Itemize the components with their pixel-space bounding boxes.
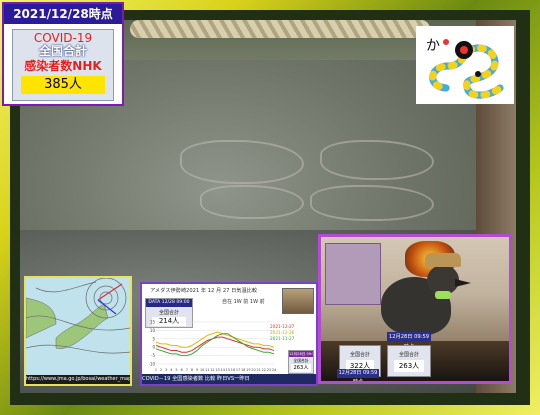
chart-legend: 2021-12-27 2021-12-26 2021-11-27 bbox=[270, 324, 294, 342]
x-tick-label: 9 bbox=[196, 368, 198, 372]
x-tick-label: 20 bbox=[251, 368, 255, 372]
scene-count-label-2: 全国合計 bbox=[398, 352, 419, 358]
y-tick-label: 5 bbox=[152, 336, 155, 341]
scene-count-box-2: 全国合計 263人 bbox=[387, 345, 431, 377]
y-tick-label: -5 bbox=[151, 353, 155, 358]
covid-scope: 全国合計 bbox=[38, 44, 87, 58]
x-tick-label: 23 bbox=[267, 368, 271, 372]
y-tick-label: -10 bbox=[148, 362, 155, 367]
right-count-box: 12月28日 09:50 全国合計 263人 bbox=[288, 350, 314, 374]
x-tick-label: 3 bbox=[165, 368, 167, 372]
chart-tabs: 自在 1W 前 1W 前 bbox=[222, 299, 265, 305]
x-tick-label: 10 bbox=[200, 368, 204, 372]
series-line bbox=[155, 331, 275, 348]
x-tick-label: 15 bbox=[226, 368, 230, 372]
x-tick-label: 18 bbox=[241, 368, 245, 372]
right-count-header: 12月28日 09:50 bbox=[289, 351, 313, 357]
temperature-chart: 151050-5-101 2 3 4 5 6 7 8 9 10 11 12 13 14 15 16 17 18 19… bbox=[148, 320, 276, 372]
weather-map-url: https://www.jma.go.jp/bosai/weather_map/ bbox=[26, 375, 130, 384]
x-tick-label: 11 bbox=[205, 368, 209, 372]
right-count-value: 263人 bbox=[291, 364, 311, 372]
x-tick-label: 7 bbox=[186, 368, 188, 372]
scene-count-value-2: 263人 bbox=[394, 360, 424, 372]
x-tick-label: 21 bbox=[256, 368, 260, 372]
legend-item: 2021-11-27 bbox=[270, 336, 295, 341]
covid-count-box: 2021/12/28時点 COVID-19 全国合計 感染者数NHK 385人 bbox=[2, 2, 124, 106]
crow-scene: 全国合計 322人 12月28日 09:59 時点 12月28日 09:59 時… bbox=[318, 234, 512, 384]
crow-hat bbox=[425, 253, 461, 267]
x-tick-label: 17 bbox=[236, 368, 240, 372]
crow-beak bbox=[455, 279, 471, 287]
x-tick-label: 16 bbox=[231, 368, 235, 372]
x-tick-label: 4 bbox=[170, 368, 172, 372]
mini-count-header: DATA 12/28 09:00 bbox=[146, 299, 192, 307]
temperature-chart-panel: アメダス伊勢崎2021 年 12 月 27 日気温比較 自在 1W 前 1W 前… bbox=[140, 282, 318, 386]
carving-1 bbox=[180, 140, 304, 184]
sacred-rope bbox=[130, 20, 430, 38]
covid-panel: COVID-19 全国合計 感染者数NHK 385人 bbox=[12, 29, 114, 101]
x-tick-label: 6 bbox=[181, 368, 183, 372]
scene-left-panel bbox=[325, 243, 381, 305]
x-tick-label: 14 bbox=[221, 368, 225, 372]
covid-count: 385人 bbox=[21, 76, 105, 94]
scene-count-label-1: 全国合計 bbox=[349, 352, 370, 358]
weather-map-drawing bbox=[26, 278, 130, 376]
chart-photo-thumb bbox=[282, 288, 314, 314]
crow-bowtie bbox=[435, 291, 451, 299]
y-tick-label: 0 bbox=[152, 345, 155, 350]
covid-source: 感染者数NHK bbox=[24, 59, 102, 73]
chart-caption: COVID－19 全国感染者数 比較 昨日VS一昨日 bbox=[142, 374, 316, 384]
scene-count-header-2: 12月28日 09:59 時点 bbox=[387, 332, 431, 350]
svg-text:か: か bbox=[426, 38, 440, 54]
x-tick-label: 2 bbox=[160, 368, 162, 372]
carving-3 bbox=[200, 185, 304, 219]
x-tick-label: 5 bbox=[175, 368, 177, 372]
x-tick-label: 19 bbox=[246, 368, 250, 372]
x-tick-label: 1 bbox=[155, 368, 157, 372]
carving-4 bbox=[310, 185, 434, 221]
y-tick-label: 10 bbox=[150, 328, 156, 333]
x-tick-label: 12 bbox=[210, 368, 214, 372]
snake-logo: か bbox=[416, 26, 514, 104]
y-tick-label: 15 bbox=[150, 320, 156, 325]
x-tick-label: 22 bbox=[262, 368, 266, 372]
covid-date: 2021/12/28時点 bbox=[4, 4, 122, 24]
mini-count-label: 全国合計 bbox=[158, 310, 179, 316]
x-tick-label: 13 bbox=[215, 368, 219, 372]
series-line bbox=[155, 333, 275, 357]
carving-2 bbox=[320, 140, 434, 180]
weather-map: https://www.jma.go.jp/bosai/weather_map/ bbox=[24, 276, 132, 386]
x-tick-label: 8 bbox=[191, 368, 193, 372]
scene-count-stamp-1: 12月28日 09:59 時点 bbox=[337, 369, 379, 384]
snake-logo-icon: か bbox=[426, 38, 504, 99]
x-tick-label: 24 bbox=[272, 368, 276, 372]
